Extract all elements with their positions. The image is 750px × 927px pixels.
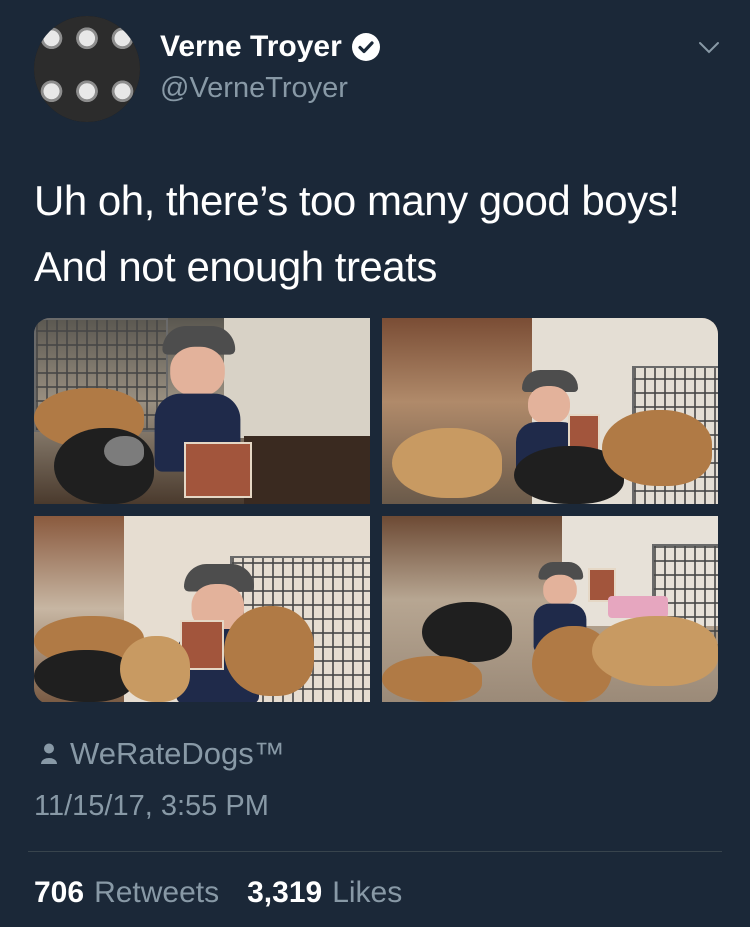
tweet-text: Uh oh, there’s too many good boys! And n… [34, 168, 724, 300]
likes-label[interactable]: Likes [332, 876, 402, 910]
likes-count[interactable]: 3,319 [247, 876, 322, 910]
user-handle[interactable]: @VerneTroyer [160, 72, 348, 105]
avatar-face [104, 69, 140, 122]
media-photo-3[interactable] [34, 516, 370, 702]
wall [224, 318, 370, 438]
avatar-face [34, 69, 70, 122]
retweets-label[interactable]: Retweets [94, 876, 219, 910]
pink-bed [608, 596, 668, 618]
dog [34, 650, 134, 702]
tweet-line: And not enough treats [34, 243, 437, 290]
media-photo-4[interactable] [382, 516, 718, 702]
dog [422, 602, 512, 662]
person-icon [41, 743, 57, 764]
dog [382, 656, 482, 702]
avatar-face [69, 69, 105, 122]
author-name-row[interactable]: Verne Troyer [160, 30, 380, 64]
media-photo-1[interactable] [34, 318, 370, 504]
tweet-line: Uh oh, there’s too many good boys! [34, 177, 680, 224]
avatar-face [34, 16, 70, 69]
retweeted-by[interactable]: WeRateDogs™ [40, 736, 285, 772]
treat-bag [184, 442, 252, 498]
divider [28, 851, 722, 852]
dog [104, 436, 144, 466]
dog [392, 428, 502, 498]
retweets-count[interactable]: 706 [34, 876, 84, 910]
dog [224, 606, 314, 696]
dog [120, 636, 190, 702]
avatar-face [104, 16, 140, 69]
tweet-timestamp[interactable]: 11/15/17, 3:55 PM [34, 790, 269, 823]
dog [592, 616, 718, 686]
avatar-face [69, 16, 105, 69]
floor [244, 436, 370, 504]
retweeted-by-label[interactable]: WeRateDogs™ [70, 736, 285, 772]
display-name[interactable]: Verne Troyer [160, 30, 342, 64]
media-grid [34, 318, 718, 704]
tweet-stats: 706 Retweets 3,319 Likes [34, 876, 402, 910]
verified-badge-icon [351, 33, 380, 61]
media-photo-2[interactable] [382, 318, 718, 504]
chevron-down-icon[interactable] [698, 40, 720, 56]
dog [602, 410, 712, 486]
avatar[interactable] [34, 16, 140, 122]
